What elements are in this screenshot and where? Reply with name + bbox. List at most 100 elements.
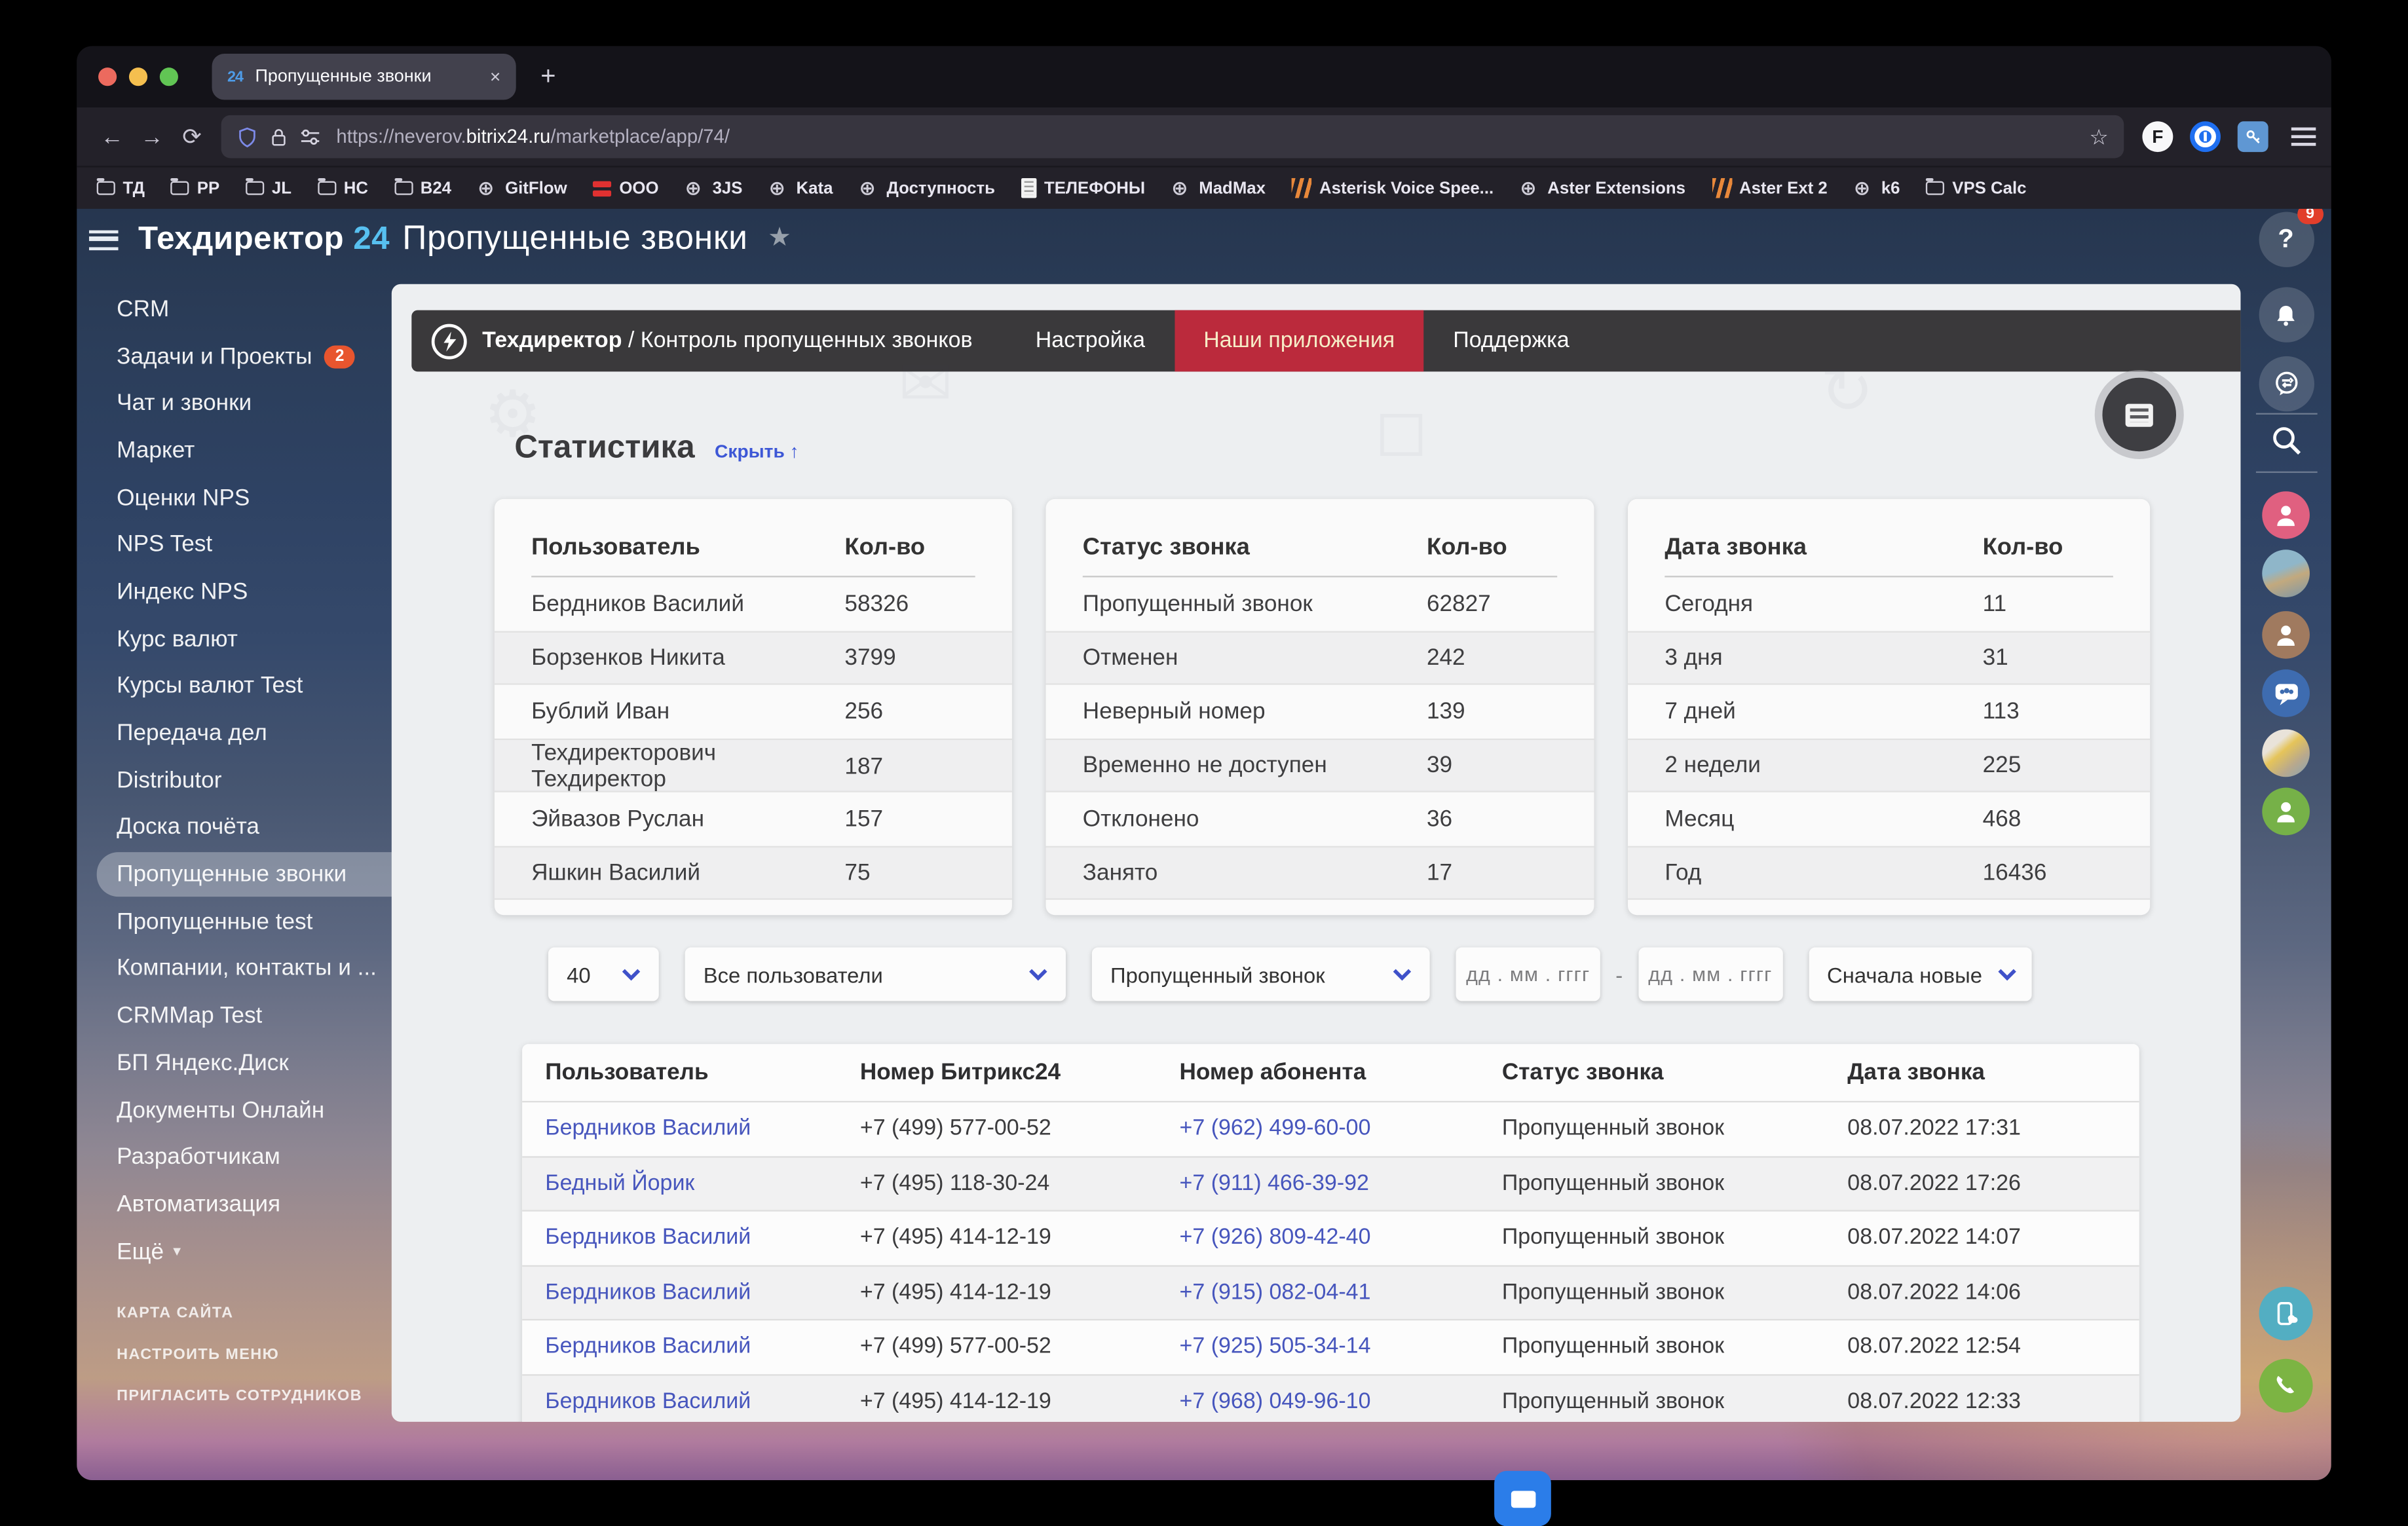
- bookmark-item[interactable]: Asterisk Voice Spee...: [1291, 177, 1494, 198]
- bookmark-item[interactable]: k6: [1854, 178, 1900, 198]
- sidebar-menu-item[interactable]: NPS Test: [117, 521, 393, 568]
- forward-button[interactable]: →: [132, 124, 172, 150]
- abonent-number-link[interactable]: +7 (962) 499-60-00: [1179, 1117, 1501, 1142]
- abonent-number-link[interactable]: +7 (911) 466-39-92: [1179, 1171, 1501, 1196]
- notifications-button[interactable]: [2258, 287, 2314, 343]
- sidebar-menu-item[interactable]: Задачи и Проекты 2: [117, 333, 393, 380]
- user-link[interactable]: Бедный Йорик: [545, 1171, 860, 1196]
- sidebar-hamburger-icon[interactable]: [88, 229, 119, 250]
- bookmark-item[interactable]: ТЕЛЕФОНЫ: [1021, 177, 1145, 198]
- hide-statistics-link[interactable]: Скрыть ↑: [715, 441, 799, 462]
- minimize-window-icon[interactable]: [128, 67, 148, 86]
- page-size-select[interactable]: 40: [548, 947, 659, 1001]
- tab-close-icon[interactable]: ×: [490, 66, 500, 88]
- bookmark-item[interactable]: 3JS: [685, 178, 743, 198]
- address-bar[interactable]: https://neverov.bitrix24.ru/marketplace/…: [221, 115, 2124, 158]
- app-nav-item[interactable]: Настройка: [1006, 310, 1174, 372]
- bookmark-item[interactable]: PP: [170, 177, 219, 197]
- sidebar-menu-item[interactable]: Ещё: [117, 1228, 393, 1275]
- bookmark-item[interactable]: Aster Ext 2: [1711, 177, 1828, 198]
- blue-widget[interactable]: [1494, 1470, 1551, 1526]
- sidebar-menu-item[interactable]: Индекс NPS: [117, 568, 393, 616]
- phone-button[interactable]: [2259, 1358, 2313, 1413]
- sort-select[interactable]: Сначала новые: [1808, 947, 2031, 1001]
- user-link[interactable]: Бердников Василий: [545, 1117, 860, 1142]
- group-chat-button[interactable]: [2262, 669, 2310, 717]
- sidebar-menu-item[interactable]: CRM: [117, 286, 393, 333]
- sidebar-menu-item[interactable]: CRMMap Test: [117, 992, 393, 1039]
- status-filter-select[interactable]: Пропущенный звонок: [1091, 947, 1430, 1001]
- abonent-number-link[interactable]: +7 (968) 049-96-10: [1179, 1389, 1501, 1414]
- user-link[interactable]: Бердников Василий: [545, 1335, 860, 1360]
- avatar-photo[interactable]: [2262, 549, 2310, 597]
- user-link[interactable]: Бердников Василий: [545, 1225, 860, 1250]
- sidebar-menu-item[interactable]: Компании, контакты и ...: [117, 945, 393, 992]
- bookmark-item[interactable]: ТД: [96, 177, 145, 197]
- favorite-star-icon[interactable]: ★: [768, 223, 791, 253]
- sidebar-menu-item[interactable]: Передача дел: [117, 710, 393, 757]
- back-button[interactable]: ←: [92, 124, 132, 150]
- tracking-shield-icon[interactable]: [236, 125, 258, 148]
- mobile-app-button[interactable]: [2259, 1286, 2313, 1341]
- reload-button[interactable]: ⟳: [172, 123, 212, 151]
- user-link[interactable]: Бердников Василий: [545, 1280, 860, 1305]
- bookmark-item[interactable]: JL: [246, 177, 292, 197]
- avatar-photo-group[interactable]: [2262, 729, 2310, 777]
- sidebar-menu-item[interactable]: Курс валют: [117, 616, 393, 663]
- search-button[interactable]: [2269, 424, 2303, 465]
- abonent-number-link[interactable]: +7 (915) 082-04-41: [1179, 1280, 1501, 1305]
- avatar[interactable]: [2262, 611, 2310, 659]
- bookmark-item[interactable]: Kata: [768, 178, 833, 198]
- sidebar-footer-link[interactable]: НАСТРОИТЬ МЕНЮ: [117, 1334, 362, 1375]
- close-window-icon[interactable]: [98, 67, 117, 86]
- sidebar-menu-item[interactable]: Маркет: [117, 427, 393, 474]
- date-to-input[interactable]: дд . мм . гггг: [1638, 947, 1783, 1001]
- url-text[interactable]: https://neverov.bitrix24.ru/marketplace/…: [336, 126, 2077, 147]
- user-link[interactable]: Бердников Василий: [545, 1389, 860, 1414]
- abonent-number-link[interactable]: +7 (925) 505-34-14: [1179, 1335, 1501, 1360]
- bookmark-item[interactable]: НС: [317, 177, 368, 197]
- key-extension-icon[interactable]: [2237, 121, 2268, 153]
- sidebar-menu-item[interactable]: Доска почёта: [117, 804, 393, 851]
- sidebar-menu-item[interactable]: Разработчикам: [117, 1134, 393, 1181]
- app-logo[interactable]: Техдиректор 24: [138, 221, 390, 258]
- bookmark-item[interactable]: Доступность: [859, 178, 994, 198]
- messenger-button[interactable]: [2258, 356, 2314, 412]
- sidebar-menu-item[interactable]: Автоматизация: [117, 1181, 393, 1228]
- bookmark-star-icon[interactable]: ☆: [2089, 124, 2108, 150]
- bookmark-item[interactable]: Aster Extensions: [1520, 178, 1685, 198]
- bookmark-icon: [1291, 177, 1312, 198]
- sidebar-footer-link[interactable]: ПРИГЛАСИТЬ СОТРУДНИКОВ: [117, 1376, 362, 1417]
- sidebar-menu-item[interactable]: Чат и звонки: [117, 380, 393, 427]
- abonent-number-link[interactable]: +7 (926) 809-42-40: [1179, 1225, 1501, 1250]
- avatar[interactable]: [2262, 491, 2310, 539]
- feedback-float-button[interactable]: [2094, 369, 2184, 459]
- onepassword-icon[interactable]: [2190, 121, 2221, 153]
- browser-tab[interactable]: 24 Пропущенные звонки ×: [212, 54, 516, 100]
- date-from-input[interactable]: дд . мм . гггг: [1456, 947, 1600, 1001]
- new-tab-button[interactable]: +: [540, 62, 555, 92]
- sidebar-menu-item[interactable]: Пропущенные test: [117, 898, 393, 945]
- avatar[interactable]: [2262, 787, 2310, 836]
- app-nav-item[interactable]: Поддержка: [1424, 310, 1598, 372]
- bookmark-item[interactable]: ООО: [593, 179, 659, 197]
- bookmark-item[interactable]: GitFlow: [478, 178, 567, 198]
- extension-f-icon[interactable]: F: [2142, 121, 2173, 153]
- help-button[interactable]: ? 9: [2258, 208, 2323, 267]
- permissions-icon[interactable]: [299, 128, 321, 146]
- sidebar-footer-link[interactable]: КАРТА САЙТА: [117, 1293, 362, 1334]
- maximize-window-icon[interactable]: [159, 67, 178, 86]
- bookmark-item[interactable]: B24: [394, 177, 451, 197]
- sidebar-menu-item[interactable]: Оценки NPS: [117, 474, 393, 521]
- sidebar-menu-item[interactable]: Курсы валют Test: [117, 663, 393, 710]
- bookmark-item[interactable]: MadMax: [1171, 178, 1266, 198]
- app-nav-item[interactable]: Наши приложения: [1174, 310, 1424, 372]
- sidebar-menu-item[interactable]: БП Яндекс.Диск: [117, 1039, 393, 1087]
- sidebar-menu-item[interactable]: Документы Онлайн: [117, 1087, 393, 1134]
- user-filter-select[interactable]: Все пользователи: [685, 947, 1066, 1001]
- sidebar-menu-item[interactable]: Distributor: [117, 756, 393, 804]
- sidebar-menu-item[interactable]: Пропущенные звонки: [96, 851, 415, 898]
- bookmark-item[interactable]: VPS Calc: [1926, 177, 2027, 197]
- lock-icon[interactable]: [271, 126, 288, 146]
- browser-menu-icon[interactable]: [2291, 127, 2316, 146]
